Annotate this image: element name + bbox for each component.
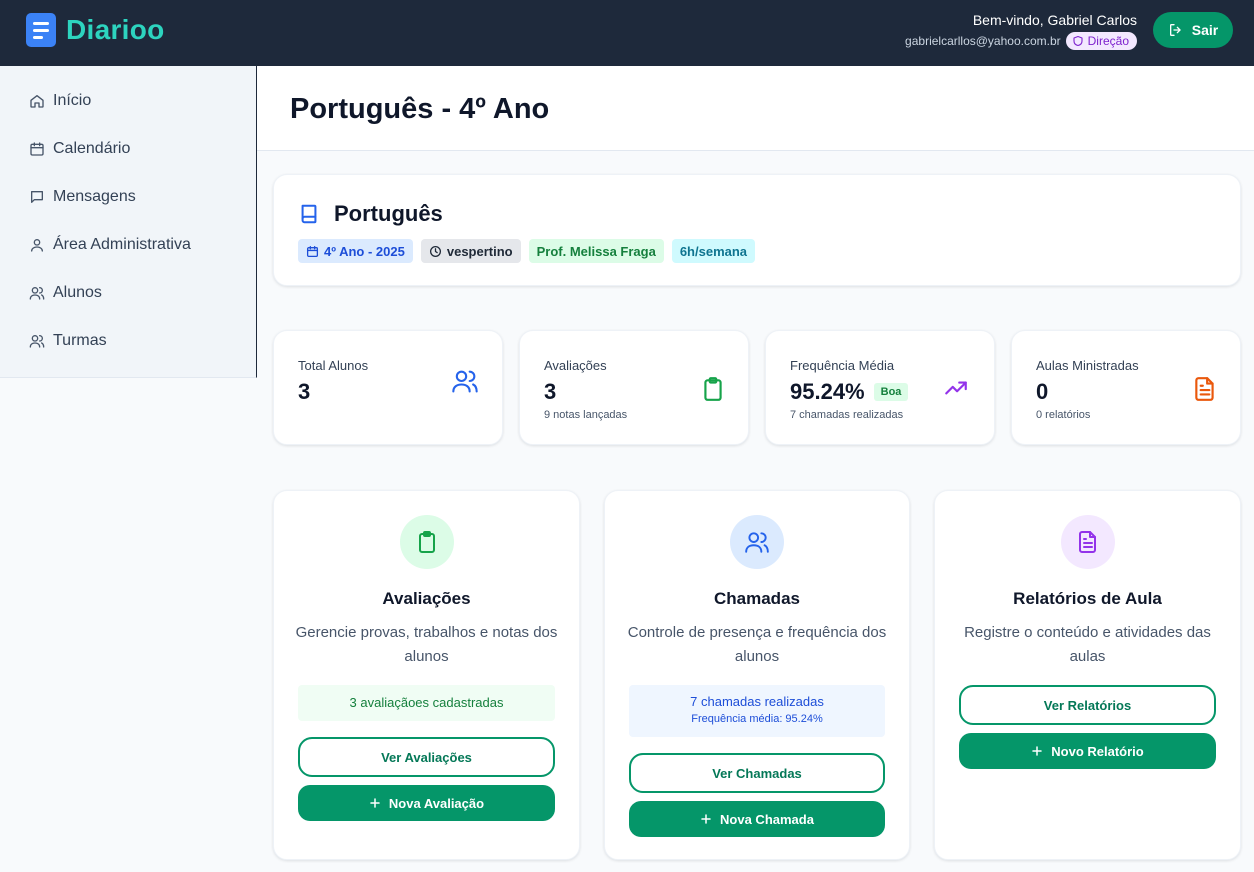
role-label: Direção [1087,34,1129,48]
calls-info-box: 7 chamadas realizadas Frequência média: … [629,685,885,737]
file-text-icon [1195,377,1214,401]
sidebar-item-label: Área Administrativa [53,236,191,253]
shift-tag: vespertino [420,239,521,263]
sidebar-item-label: Calendário [53,140,131,157]
user-email: gabrielcarllos@yahoo.com.br [905,34,1061,48]
notebook-icon [26,13,56,47]
reports-icon-circle [1060,515,1115,569]
calls-info-subtext: Frequência média: 95.24% [691,713,823,725]
teacher-tag: Prof. Melissa Fraga [528,239,664,263]
stat-label: Avaliações [544,358,607,373]
card-title: Relatórios de Aula [1013,589,1162,608]
assessments-info-box: 3 avaliaçãoes cadastradas [298,685,555,721]
stat-value: 95.24% [790,379,865,404]
sidebar-item-alunos[interactable]: Alunos [29,284,102,302]
new-call-button[interactable]: Nova Chamada [629,801,885,837]
trending-up-icon [945,381,967,395]
sidebar-item-label: Mensagens [53,188,136,205]
clock-icon [429,245,441,257]
assessments-card: Avaliações Gerencie provas, trabalhos e … [273,490,580,860]
file-text-icon [1078,531,1096,553]
stat-label: Frequência Média [790,358,895,373]
app-logo[interactable]: Diarioo [26,13,165,47]
stat-value: 0 [1036,379,1049,404]
page-header: Português - 4º Ano [257,66,1254,151]
button-label: Nova Chamada [720,811,814,827]
stat-card-total-students: Total Alunos 3 [273,330,503,445]
logout-icon [1169,24,1181,36]
subject-card: Português 4º Ano - 2025 vespertino Prof.… [273,174,1241,286]
sidebar-item-label: Alunos [53,284,102,301]
sidebar-item-turmas[interactable]: Turmas [29,332,107,350]
class-year-tag: 4º Ano - 2025 [298,239,413,263]
logout-button[interactable]: Sair [1153,12,1233,48]
page-title: Português - 4º Ano [290,93,550,125]
view-calls-button[interactable]: Ver Chamadas [629,753,885,793]
calendar-icon [306,245,319,257]
stat-value: 3 [298,379,311,404]
calls-info-text: 7 chamadas realizadas [690,694,824,709]
role-badge: Direção [1065,32,1137,50]
plus-icon [1032,746,1043,756]
sidebar-item-inicio[interactable]: Início [29,92,91,110]
card-description: Gerencie provas, trabalhos e notas dos a… [295,624,558,665]
subject-name: Português [334,201,443,226]
stat-card-assessments: Avaliações 3 9 notas lançadas [519,330,749,445]
reports-card: Relatórios de Aula Registre o conteúdo e… [934,490,1241,860]
hours-tag: 6h/semana [671,239,756,263]
card-description: Controle de presença e frequência dos al… [627,624,887,665]
assessments-icon-circle [399,515,454,569]
plus-icon [370,798,380,808]
sidebar-item-label: Início [53,92,92,109]
new-report-button[interactable]: Novo Relatório [959,733,1216,769]
sidebar-item-mensagens[interactable]: Mensagens [29,188,136,206]
clipboard-icon [704,377,722,401]
card-title: Avaliações [382,589,471,608]
logout-label: Sair [1191,22,1219,38]
shield-icon [1073,35,1083,47]
button-label: Novo Relatório [1051,743,1144,759]
calls-icon-circle [730,515,784,569]
app-name: Diarioo [66,14,165,45]
sidebar-item-area-administrativa[interactable]: Área Administrativa [29,236,191,254]
view-reports-button[interactable]: Ver Relatórios [959,685,1216,725]
users-icon [745,532,769,553]
clipboard-icon [418,531,435,553]
calls-card: Chamadas Controle de presença e frequênc… [604,490,910,860]
welcome-text: Bem-vindo, Gabriel Carlos [972,12,1137,28]
class-year-label: 4º Ano - 2025 [324,243,405,259]
stat-value: 3 [544,379,557,404]
stat-label: Total Alunos [298,358,369,373]
stat-card-attendance: Frequência Média 95.24% Boa 7 chamadas r… [765,330,995,445]
users-icon [29,287,45,300]
book-icon [301,204,317,224]
home-icon [30,95,44,108]
button-label: Nova Avaliação [388,795,485,811]
stat-sub: 0 relatórios [1036,409,1091,421]
stat-sub: 7 chamadas realizadas [790,409,904,421]
plus-icon [701,814,711,824]
top-header: Diarioo Bem-vindo, Gabriel Carlos gabrie… [0,0,1254,66]
stat-sub: 9 notas lançadas [544,409,628,421]
stat-card-lessons: Aulas Ministradas 0 0 relatórios [1011,330,1241,445]
stat-label: Aulas Ministradas [1036,358,1139,373]
user-info: Bem-vindo, Gabriel Carlos gabrielcarllos… [905,12,1137,50]
sidebar-item-label: Turmas [53,332,107,349]
users-icon [452,370,478,393]
card-description: Registre o conteúdo e atividades das aul… [964,624,1211,665]
attendance-status-badge: Boa [873,383,909,401]
sidebar: Início Calendário Mensagens Área Adminis… [0,66,257,378]
sidebar-item-calendario[interactable]: Calendário [29,140,130,158]
view-assessments-button[interactable]: Ver Avaliações [298,737,555,777]
user-icon [31,239,43,252]
users-icon [29,335,45,348]
new-assessment-button[interactable]: Nova Avaliação [298,785,555,821]
shift-label: vespertino [446,243,513,259]
message-icon [31,191,43,203]
calendar-icon [30,142,44,156]
card-title: Chamadas [714,589,800,608]
